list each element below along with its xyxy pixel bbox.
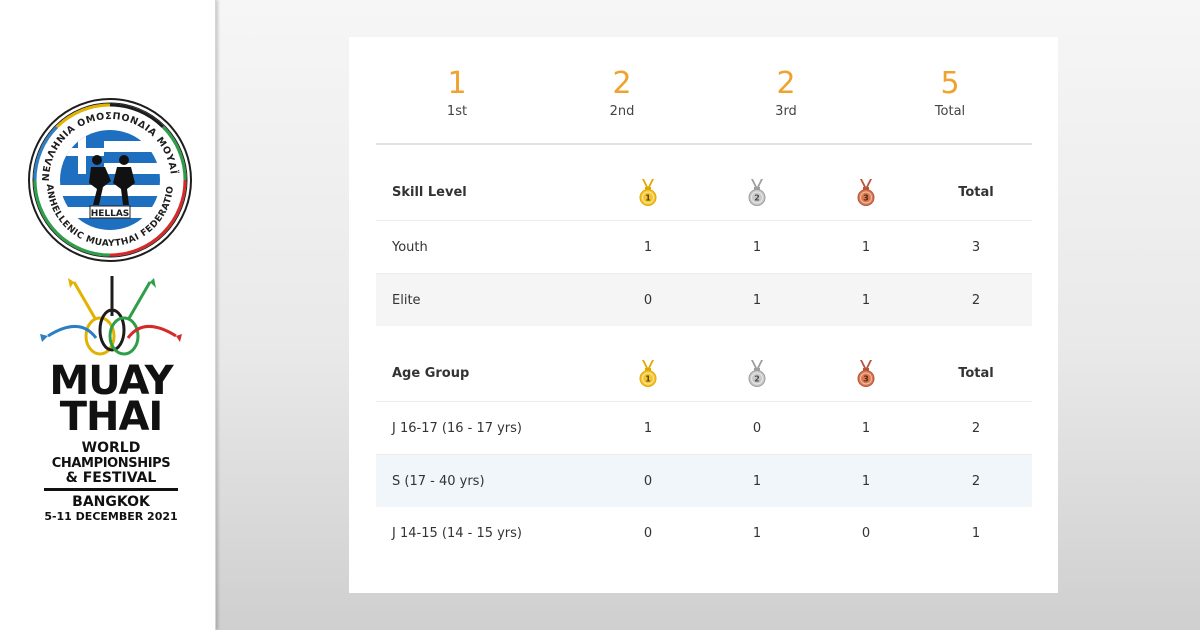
total-count: 2 [971,421,981,436]
seal-hellas-text: HELLAS [91,209,130,219]
age-group-heading: Age Group [392,366,470,381]
row-label: J 16-17 (16 - 17 yrs) [392,421,522,436]
bronze-count: 1 [861,473,871,489]
summary-first: 1 1st [402,65,512,123]
summary-third-count: 2 [776,66,796,101]
skill-level-heading: Skill Level [392,185,467,200]
summary-total: 5 Total [895,65,1005,123]
summary-second: 2 2nd [567,65,677,123]
gold-medal-icon: 1 [639,359,657,387]
mongkol-emblem-icon [47,276,177,356]
total-count: 3 [971,240,981,255]
logo-bangkok-text: BANGKOK [72,494,151,510]
logo-championships-text: CHAMPIONSHIPS [52,456,171,471]
summary-second-count: 2 [612,66,632,101]
gold-medal-icon: 1 [639,178,657,206]
bronze-count: 1 [861,292,871,308]
bronze-count: 1 [861,240,871,255]
total-count: 2 [971,292,981,308]
silver-count: 1 [752,525,762,541]
summary-second-label: 2nd [609,104,635,119]
skill-level-header: Skill Level 1 2 3 Total [376,165,1032,221]
bronze-column-header: 3 [836,165,896,220]
sidebar: ΠΑΝΕΛΛΗΝΙΑ ΟΜΟΣΠΟΝΔΙΑ ΜΟΥΑΪ ΤΑΪ PANHELLE… [0,0,216,630]
gold-count: 1 [643,421,653,436]
logo-dates-text: 5-11 DECEMBER 2021 [44,510,177,523]
gold-count: 0 [643,525,653,541]
silver-medal-icon: 2 [748,178,766,206]
summary-third-label: 3rd [775,104,797,119]
gold-count: 0 [643,292,653,308]
row-label: S (17 - 40 yrs) [392,473,485,489]
silver-count: 1 [752,473,762,489]
skill-total-heading: Total [958,185,994,200]
table-row-hovered: S (17 - 40 yrs) 0 1 1 2 [376,455,1032,507]
silver-column-header: 2 [727,165,787,220]
table-row: Elite 0 1 1 2 [376,274,1032,326]
summary-total-count: 5 [940,66,960,101]
silver-count: 1 [752,240,762,255]
bronze-column-header: 3 [836,346,896,401]
bronze-count: 1 [861,421,871,436]
gold-column-header: 1 [618,346,678,401]
silver-count: 1 [752,292,762,308]
row-label: Elite [392,292,421,308]
bronze-medal-icon: 3 [857,178,875,206]
summary-total-label: Total [934,104,966,119]
summary-first-count: 1 [447,66,467,101]
gold-count: 0 [643,473,653,489]
svg-text:2: 2 [754,193,760,202]
total-count: 1 [971,525,981,541]
svg-text:1: 1 [645,193,651,202]
row-label: J 14-15 (14 - 15 yrs) [392,525,522,541]
muaythai-world-championships-logo: MUAY THAI WORLD CHAMPIONSHIPS & FESTIVAL… [40,276,182,523]
age-total-heading: Total [958,366,994,381]
age-group-header: Age Group 1 2 3 Total [376,346,1032,402]
bronze-count: 0 [861,525,871,541]
gold-column-header: 1 [618,165,678,220]
silver-column-header: 2 [727,346,787,401]
logo-world-text: WORLD [82,440,141,456]
svg-text:1: 1 [645,374,651,383]
bronze-medal-icon: 3 [857,359,875,387]
summary-first-label: 1st [446,104,468,119]
total-count: 2 [971,473,981,489]
summary-divider [376,143,1032,145]
medal-summary: 1 1st 2 2nd 2 3rd 5 Total [349,37,1058,147]
silver-count: 0 [752,421,762,436]
medal-card: 1 1st 2 2nd 2 3rd 5 Total Skill Level 1 … [349,37,1058,593]
summary-third: 2 3rd [731,65,841,123]
silver-medal-icon: 2 [748,359,766,387]
row-label: Youth [392,240,428,255]
table-row: J 14-15 (14 - 15 yrs) 0 1 0 1 [376,507,1032,559]
gold-count: 1 [643,240,653,255]
table-row: Youth 1 1 1 3 [376,222,1032,274]
svg-text:3: 3 [863,193,869,202]
panhellenic-federation-seal: ΠΑΝΕΛΛΗΝΙΑ ΟΜΟΣΠΟΝΔΙΑ ΜΟΥΑΪ ΤΑΪ PANHELLE… [27,97,192,262]
logo-festival-text: & FESTIVAL [66,470,157,486]
logo-thai-text: THAI [60,394,163,440]
svg-text:2: 2 [754,374,760,383]
svg-text:3: 3 [863,374,869,383]
table-row: J 16-17 (16 - 17 yrs) 1 0 1 2 [376,403,1032,455]
